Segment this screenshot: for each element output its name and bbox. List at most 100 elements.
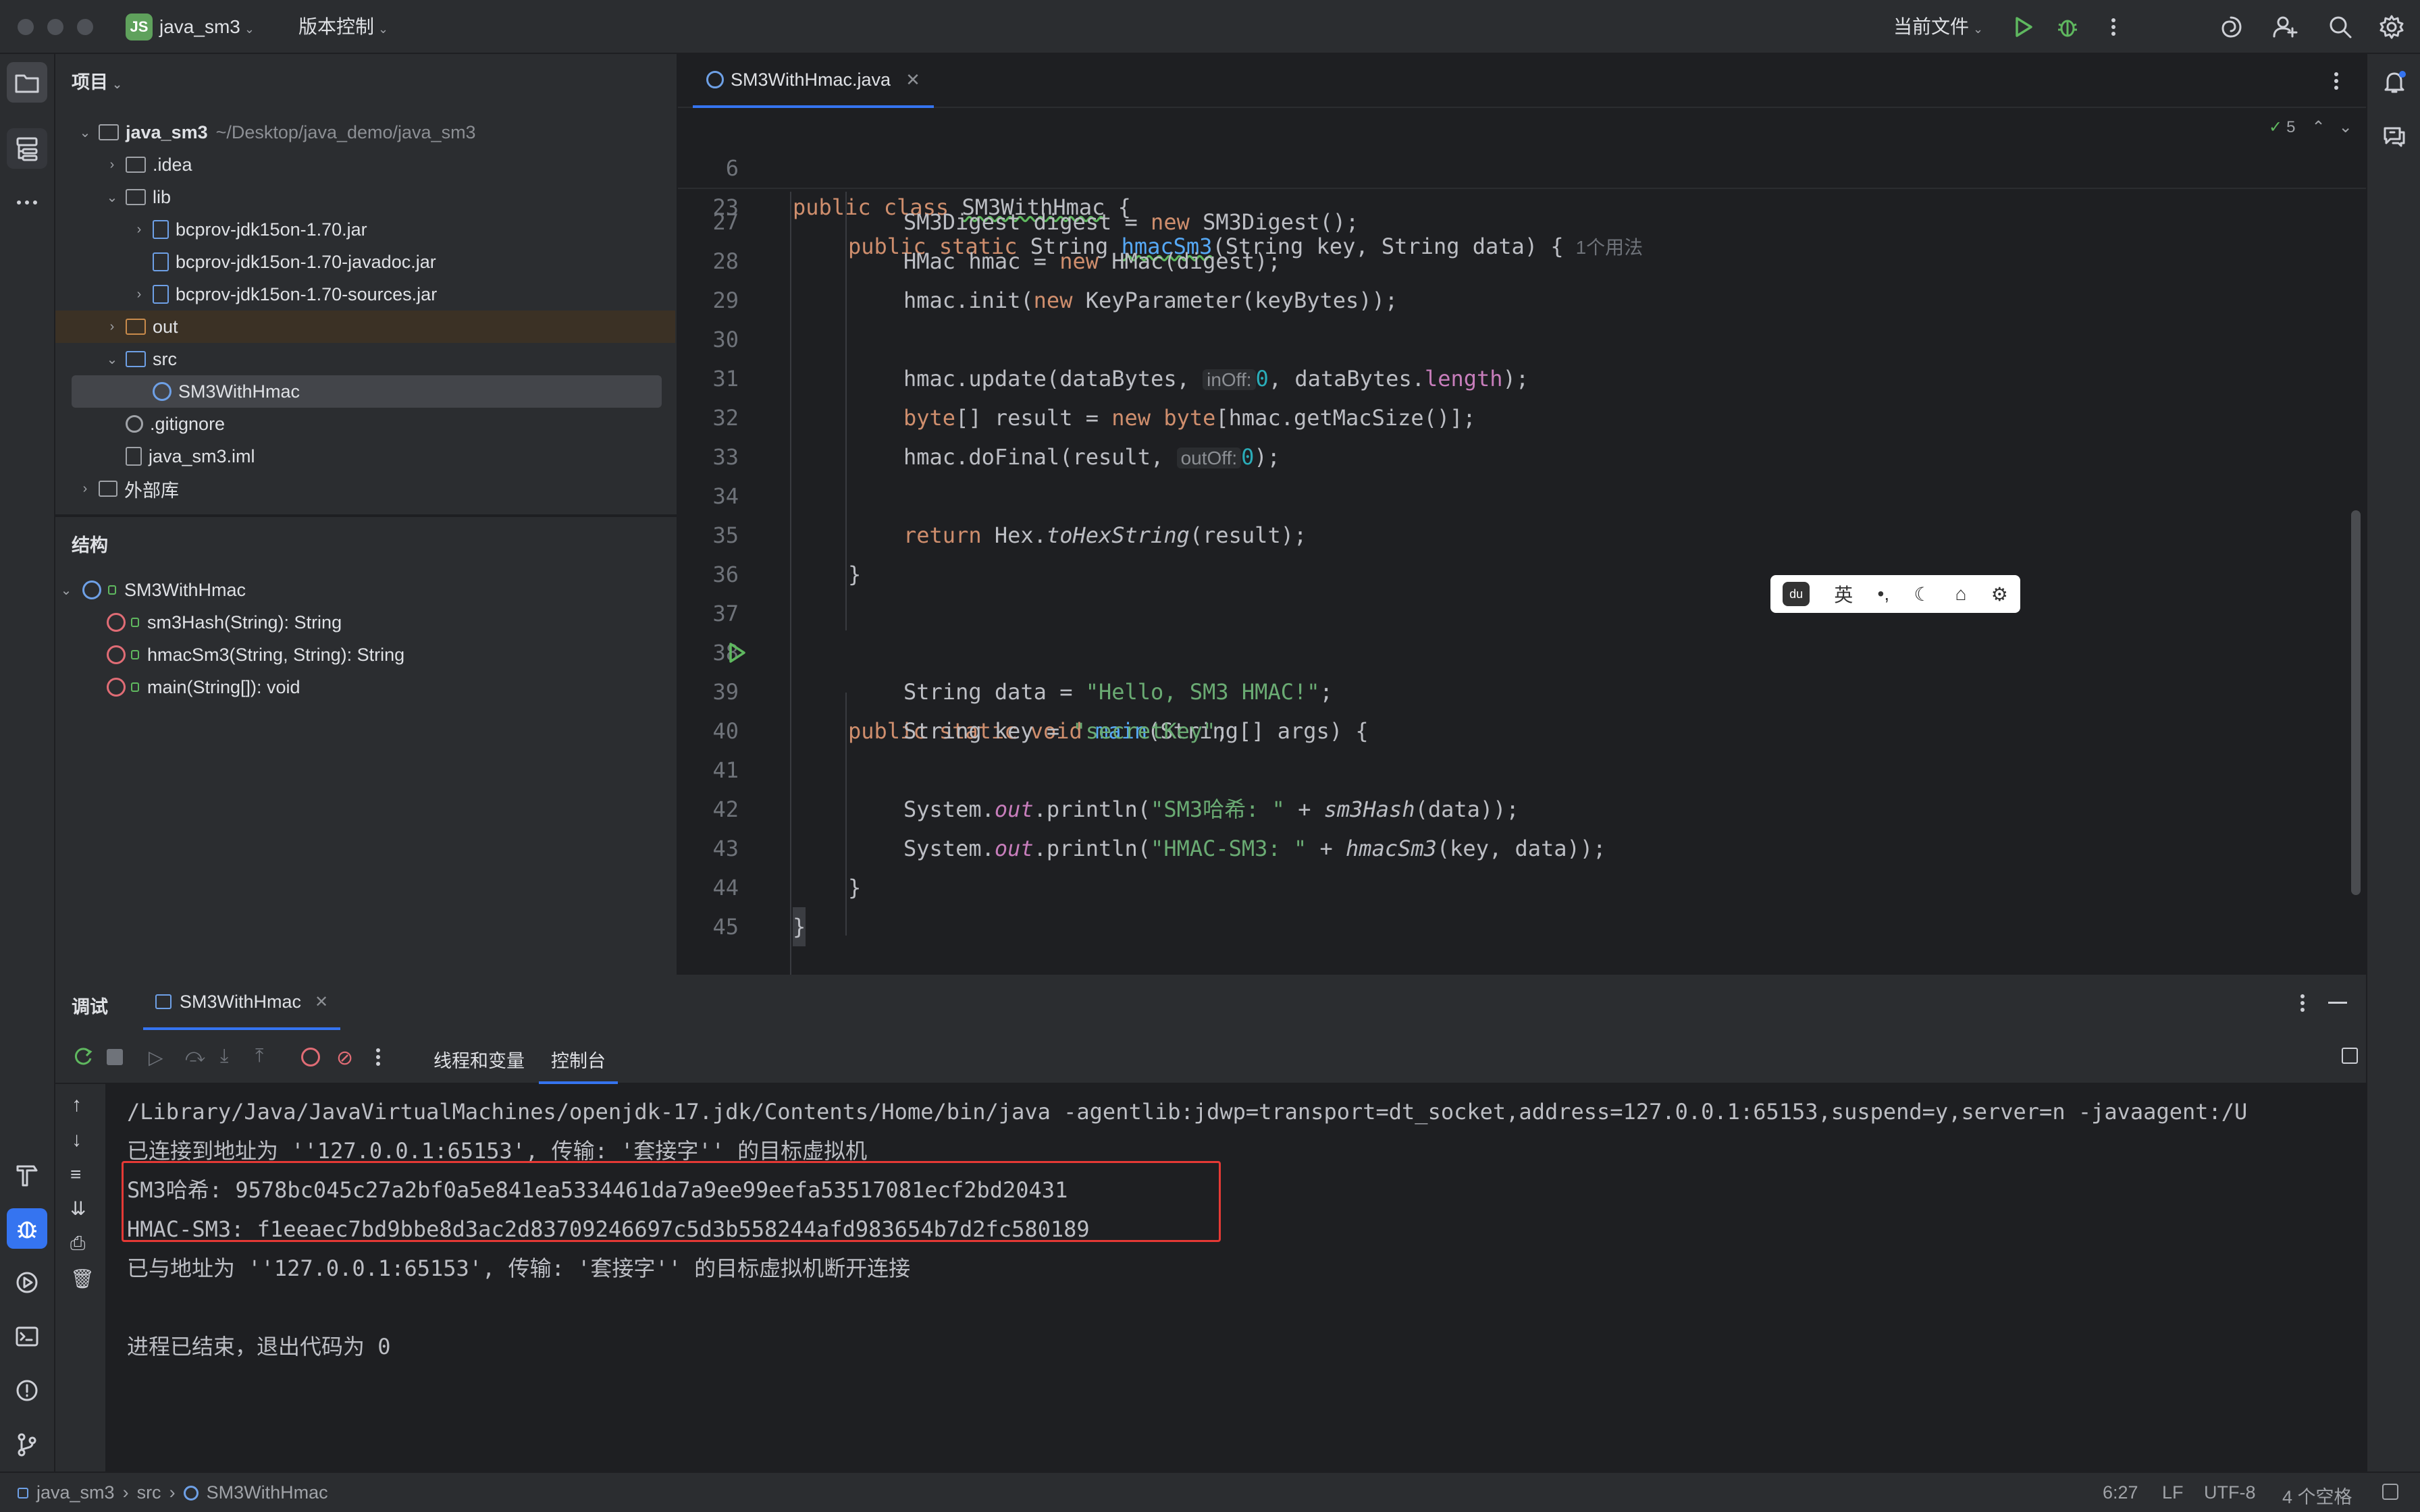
- tree-item-jar[interactable]: › bcprov-jdk15on-1.70.jar: [55, 213, 675, 246]
- run-icon[interactable]: [2011, 15, 2035, 39]
- console-output[interactable]: /Library/Java/JavaVirtualMachines/openjd…: [107, 1084, 2366, 1473]
- rerun-icon[interactable]: [72, 1045, 93, 1069]
- structure-tool-button[interactable]: [7, 128, 47, 169]
- project-badge[interactable]: JS: [126, 14, 153, 40]
- tree-item-iml[interactable]: java_sm3.iml: [55, 440, 675, 473]
- mute-breakpoints-icon[interactable]: ⊘: [336, 1046, 353, 1070]
- punctuation-icon[interactable]: •,: [1878, 583, 1890, 605]
- print-icon[interactable]: ⎙: [70, 1233, 85, 1255]
- build-tool-button[interactable]: [7, 1154, 47, 1195]
- sticky-line[interactable]: 6 public class SM3WithHmac {: [678, 109, 2352, 220]
- debug-options-icon[interactable]: [2294, 991, 2311, 1015]
- vcs-menu[interactable]: 版本控制 ⌄: [298, 14, 388, 43]
- notifications-button[interactable]: [2374, 62, 2415, 103]
- git-tool-button[interactable]: [7, 1424, 47, 1465]
- code-line[interactable]: 39 String data = "Hello, SM3 HMAC!";: [678, 672, 2352, 711]
- window-close-button[interactable]: [18, 19, 34, 35]
- close-tab-icon[interactable]: ✕: [905, 70, 920, 90]
- structure-member[interactable]: sm3Hash(String): String: [55, 606, 675, 639]
- chevron-down-icon[interactable]: ⌄: [104, 189, 120, 206]
- run-gutter-icon[interactable]: [725, 641, 748, 664]
- tree-item-idea[interactable]: › .idea: [55, 148, 675, 181]
- code-line[interactable]: 41: [678, 751, 2352, 790]
- debug-session-tab[interactable]: SM3WithHmac ✕: [143, 976, 341, 1030]
- chevron-right-icon[interactable]: ›: [131, 222, 147, 238]
- sticky-line[interactable]: 23 public static String hmacSm3(String k…: [678, 148, 2352, 259]
- stop-icon[interactable]: [107, 1049, 123, 1065]
- trash-icon[interactable]: 🗑: [70, 1268, 95, 1290]
- structure-member[interactable]: main(String[]): void: [55, 671, 675, 703]
- code-line[interactable]: 29 hmac.init(new KeyParameter(keyBytes));: [678, 281, 2352, 320]
- step-into-icon[interactable]: ⤓: [220, 1045, 228, 1067]
- code-line[interactable]: 35 return Hex.toHexString(result);: [678, 516, 2352, 555]
- chevron-right-icon[interactable]: ›: [104, 157, 120, 173]
- structure-root[interactable]: ⌄ SM3WithHmac: [55, 574, 675, 606]
- close-tab-icon[interactable]: ✕: [315, 992, 328, 1012]
- code-line[interactable]: 36}: [678, 555, 2352, 594]
- code-line[interactable]: 38 public static void main(String[] args…: [678, 633, 2352, 744]
- window-minimize-button[interactable]: [47, 19, 63, 35]
- layout-icon[interactable]: [2342, 1048, 2358, 1064]
- tree-item-javadoc-jar[interactable]: bcprov-jdk15on-1.70-javadoc.jar: [55, 246, 675, 278]
- scroll-to-end-icon[interactable]: ⇊: [70, 1197, 86, 1220]
- tree-item-out[interactable]: › out: [55, 310, 675, 343]
- code-line[interactable]: 45}: [678, 907, 2352, 946]
- code-line[interactable]: 32 byte[] result = new byte[hmac.getMacSi…: [678, 398, 2352, 437]
- skin-icon[interactable]: ⌂: [1955, 583, 1967, 605]
- arrow-down-icon[interactable]: ↓: [72, 1129, 82, 1152]
- terminal-tool-button[interactable]: [7, 1316, 47, 1357]
- chevron-down-icon[interactable]: ⌄: [104, 351, 120, 368]
- tree-item-src[interactable]: ⌄ src: [55, 343, 675, 375]
- code-line[interactable]: 42 System.out.println("SM3哈希: " + sm3Hash…: [678, 790, 2352, 829]
- tab-options-icon[interactable]: [2328, 69, 2344, 93]
- more-vertical-icon[interactable]: [371, 1045, 385, 1069]
- chevron-down-icon[interactable]: ⌄: [58, 582, 74, 599]
- arrow-up-icon[interactable]: ↑: [72, 1094, 82, 1116]
- add-user-icon[interactable]: [2271, 14, 2298, 40]
- soft-wrap-icon[interactable]: ≡: [70, 1164, 81, 1185]
- debug-icon[interactable]: [2055, 15, 2080, 39]
- chevron-up-icon[interactable]: ⌃: [2311, 117, 2325, 137]
- tab-sm3withhmac-java[interactable]: SM3WithHmac.java ✕: [693, 54, 934, 108]
- project-switcher[interactable]: java_sm3 ⌄: [159, 14, 255, 43]
- ime-logo-icon[interactable]: du: [1783, 582, 1810, 606]
- debug-tool-button[interactable]: [7, 1208, 47, 1249]
- tree-item-sm3withhmac-selected[interactable]: SM3WithHmac: [72, 375, 662, 408]
- cursor-position[interactable]: 6:27: [2103, 1482, 2138, 1503]
- step-over-icon[interactable]: ⤼: [185, 1045, 205, 1067]
- code-line[interactable]: 40 String key = "secretKey";: [678, 711, 2352, 751]
- code-line[interactable]: 27 SM3Digest digest = new SM3Digest();: [678, 202, 2352, 242]
- more-tools-button[interactable]: [7, 182, 47, 223]
- inspection-widget[interactable]: ✓ 5 ⌃ ⌄: [2269, 117, 2352, 137]
- tree-item-gitignore[interactable]: .gitignore: [55, 408, 675, 440]
- breadcrumb-item[interactable]: java_sm3: [36, 1482, 115, 1503]
- more-vertical-icon[interactable]: [2104, 15, 2123, 39]
- tree-item-external-libs[interactable]: › 外部库: [55, 473, 675, 505]
- tree-item-lib[interactable]: ⌄ lib: [55, 181, 675, 213]
- tree-item-java_sm3[interactable]: ⌄ java_sm3 ~/Desktop/java_demo/java_sm3: [55, 116, 675, 148]
- indent-setting[interactable]: 4 个空格: [2282, 1482, 2352, 1509]
- code-line[interactable]: 37: [678, 594, 2352, 633]
- minimize-panel-icon[interactable]: [2328, 1002, 2347, 1004]
- services-tool-button[interactable]: [7, 1262, 47, 1303]
- code-line[interactable]: 43 System.out.println("HMAC-SM3: " + hmac…: [678, 829, 2352, 868]
- tab-threads-variables[interactable]: 线程和变量: [433, 1046, 525, 1073]
- breadcrumb-item[interactable]: src: [137, 1482, 161, 1503]
- window-zoom-button[interactable]: [77, 19, 93, 35]
- view-breakpoints-icon[interactable]: [301, 1048, 320, 1066]
- code-line[interactable]: 33 hmac.doFinal(result, outOff: 0);: [678, 437, 2352, 477]
- ai-chat-button[interactable]: [2374, 116, 2415, 157]
- file-encoding[interactable]: UTF-8: [2204, 1482, 2256, 1503]
- breadcrumb-item[interactable]: SM3WithHmac: [207, 1482, 328, 1503]
- tree-item-sources-jar[interactable]: › bcprov-jdk15on-1.70-sources.jar: [55, 278, 675, 310]
- code-line[interactable]: 28 HMac hmac = new HMac(digest);: [678, 242, 2352, 281]
- project-panel-header[interactable]: 项目 ⌄: [72, 68, 122, 94]
- run-config-selector[interactable]: 当前文件 ⌄: [1893, 14, 1983, 43]
- ime-settings-icon[interactable]: ⚙: [1991, 583, 2008, 605]
- editor-scrollbar[interactable]: [2351, 510, 2361, 895]
- chevron-down-icon[interactable]: ⌄: [2339, 117, 2352, 137]
- chevron-right-icon[interactable]: ›: [104, 319, 120, 335]
- search-icon[interactable]: [2327, 14, 2354, 40]
- code-line[interactable]: 31 hmac.update(dataBytes, inOff: 0, dataBy…: [678, 359, 2352, 398]
- tab-console[interactable]: 控制台: [539, 1030, 618, 1084]
